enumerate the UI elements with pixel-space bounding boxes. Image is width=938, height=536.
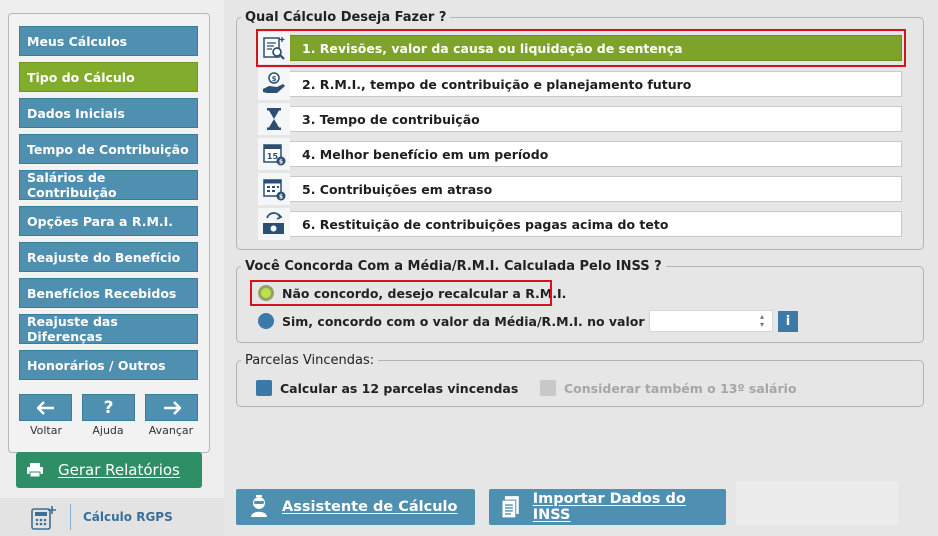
back-button[interactable] bbox=[19, 394, 72, 421]
help-label: Ajuda bbox=[92, 424, 124, 437]
assistente-calculo-button[interactable]: Assistente de Cálculo bbox=[236, 489, 475, 525]
checkbox-icon bbox=[256, 380, 272, 396]
check-13-salario[interactable]: Considerar também o 13º salário bbox=[540, 380, 797, 396]
sidebar-item-honorarios-outros[interactable]: Honorários / Outros bbox=[19, 350, 198, 380]
sidebar-item-opcoes-rmi[interactable]: Opções Para a R.M.I. bbox=[19, 206, 198, 236]
hand-coin-icon: $ bbox=[258, 68, 290, 100]
forward-label: Avançar bbox=[148, 424, 194, 437]
sidebar-item-beneficios-recebidos[interactable]: Benefícios Recebidos bbox=[19, 278, 198, 308]
calc-type-legend: Qual Cálculo Deseja Fazer ? bbox=[245, 10, 447, 25]
back-label: Voltar bbox=[29, 424, 63, 437]
calc-option-4-label: 4. Melhor benefício em um período bbox=[302, 146, 549, 162]
svg-text:$: $ bbox=[279, 194, 283, 201]
rmi-agree-radio[interactable]: Sim, concordo com o valor da Média/R.M.I… bbox=[258, 313, 666, 329]
importar-dados-inss-button[interactable]: Importar Dados do INSS bbox=[489, 489, 726, 525]
check-12-parcelas-label: Calcular as 12 parcelas vincendas bbox=[280, 380, 519, 396]
gerar-relatorios-button[interactable]: Gerar Relatórios bbox=[16, 452, 202, 488]
calculator-logo-icon bbox=[31, 506, 56, 530]
sidebar-item-reajuste-do-beneficio[interactable]: Reajuste do Benefício bbox=[19, 242, 198, 272]
radio-unselected-icon bbox=[258, 313, 274, 329]
highlight-box-option-1 bbox=[256, 29, 906, 67]
checkbox-disabled-icon bbox=[540, 380, 556, 396]
nav-panel: Meus Cálculos Tipo do Cálculo Dados Inic… bbox=[8, 13, 210, 453]
sidebar-item-meus-calculos[interactable]: Meus Cálculos bbox=[19, 26, 198, 56]
spinner-icon[interactable]: ▴ ▾ bbox=[760, 313, 764, 329]
gerar-relatorios-label: Gerar Relatórios bbox=[58, 461, 180, 479]
calc-option-5-label: 5. Contribuições em atraso bbox=[302, 181, 493, 197]
calc-option-3-label: 3. Tempo de contribuição bbox=[302, 111, 480, 127]
hourglass-icon bbox=[258, 103, 290, 135]
sidebar-item-reajuste-das-diferencas[interactable]: Reajuste das Diferenças bbox=[19, 314, 198, 344]
main-area: Qual Cálculo Deseja Fazer ? 1. Revisões,… bbox=[224, 0, 938, 536]
arrow-right-icon bbox=[163, 400, 181, 415]
calc-option-4[interactable]: 15 $ 4. Melhor benefício em um período bbox=[258, 138, 902, 170]
sidebar: Meus Cálculos Tipo do Cálculo Dados Inic… bbox=[0, 0, 224, 536]
sidebar-item-dados-iniciais[interactable]: Dados Iniciais bbox=[19, 98, 198, 128]
arrow-left-icon bbox=[36, 400, 54, 415]
check-13-salario-label: Considerar também o 13º salário bbox=[564, 380, 797, 396]
svg-text:$: $ bbox=[272, 75, 277, 83]
svg-text:$: $ bbox=[279, 159, 283, 166]
rmi-agree-label: Sim, concordo com o valor da Média/R.M.I… bbox=[282, 313, 667, 329]
help-button[interactable]: ? bbox=[82, 394, 135, 421]
assistant-robot-icon bbox=[251, 495, 267, 517]
calc-option-6-label: 6. Restituição de contribuições pagas ac… bbox=[302, 216, 669, 232]
calc-option-2-label: 2. R.M.I., tempo de contribuição e plane… bbox=[302, 76, 692, 92]
sidebar-item-tempo-de-contribuicao[interactable]: Tempo de Contribuição bbox=[19, 134, 198, 164]
printer-icon bbox=[27, 463, 43, 478]
rmi-value-input[interactable] bbox=[649, 310, 773, 332]
parcelas-legend: Parcelas Vincendas: bbox=[245, 353, 375, 368]
sidebar-item-salarios-de-contribuicao[interactable]: Salários de Contribuição bbox=[19, 170, 198, 200]
assistente-calculo-label: Assistente de Cálculo bbox=[282, 499, 458, 515]
money-refund-icon bbox=[258, 208, 290, 240]
blank-panel bbox=[736, 481, 898, 525]
rmi-legend: Você Concorda Com a Média/R.M.I. Calcula… bbox=[245, 259, 662, 274]
sidebar-item-tipo-do-calculo[interactable]: Tipo do Cálculo bbox=[19, 62, 198, 92]
check-12-parcelas[interactable]: Calcular as 12 parcelas vincendas bbox=[256, 380, 518, 396]
importar-dados-inss-label: Importar Dados do INSS bbox=[532, 491, 686, 523]
info-button[interactable]: i bbox=[778, 311, 798, 332]
info-icon: i bbox=[785, 314, 791, 329]
calc-option-2[interactable]: $ 2. R.M.I., tempo de contribuição e pla… bbox=[258, 68, 902, 100]
document-list-icon bbox=[501, 496, 519, 519]
forward-button[interactable] bbox=[145, 394, 198, 421]
calendar-money-icon: $ bbox=[258, 173, 290, 205]
calendar-15-icon: 15 $ bbox=[258, 138, 290, 170]
brand-separator bbox=[70, 504, 71, 530]
highlight-box-rmi bbox=[250, 280, 552, 306]
calc-option-5[interactable]: $ 5. Contribuições em atraso bbox=[258, 173, 902, 205]
calc-option-6[interactable]: 6. Restituição de contribuições pagas ac… bbox=[258, 208, 902, 240]
help-icon: ? bbox=[103, 397, 114, 418]
brand: Cálculo RGPS bbox=[0, 498, 224, 536]
brand-name: Cálculo RGPS bbox=[83, 510, 173, 524]
calc-option-3[interactable]: 3. Tempo de contribuição bbox=[258, 103, 902, 135]
